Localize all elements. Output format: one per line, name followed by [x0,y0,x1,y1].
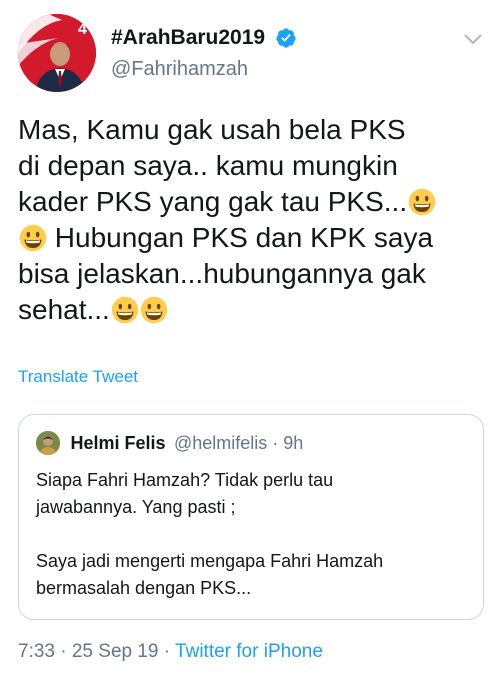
tweet-line: bisa jelaskan...hubungannya gak [18,256,488,292]
tweet-timestamp[interactable]: 7:33 · 25 Sep 19 · [18,641,175,662]
tweet-line-text: sehat... [18,294,110,325]
author-names: #ArahBaru2019 @Fahrihamzah [111,26,297,81]
author-display-name[interactable]: #ArahBaru2019 [111,26,265,50]
tweet-line-text: Hubungan PKS dan KPK saya [47,222,434,253]
tweet-text: Mas, Kamu gak usah bela PKS di depan say… [18,112,488,328]
tweet-header: 4 #ArahBaru2019 @Fahrihamzah [18,14,488,94]
verified-badge-icon [275,27,297,49]
author-avatar[interactable]: 4 [18,14,96,92]
quoted-line: bermasalah dengan PKS... [36,578,252,598]
author-handle[interactable]: @Fahrihamzah [111,58,297,81]
tweet-line: Mas, Kamu gak usah bela PKS [18,112,488,148]
translate-tweet-link[interactable]: Translate Tweet [18,367,138,387]
tweet-line-text: bisa jelaskan...hubungannya gak [18,258,426,289]
tweet-source-link[interactable]: Twitter for iPhone [175,641,323,662]
quoted-tweet-header: Helmi Felis @helmifelis · 9h [36,431,303,455]
quoted-line [36,521,466,548]
chevron-down-icon[interactable] [464,32,482,45]
grinning-face-emoji-icon [111,296,139,324]
grinning-face-emoji-icon [140,296,168,324]
quoted-line: jawabannya. Yang pasti ; [36,497,236,517]
tweet-line-text: Mas, Kamu gak usah bela PKS [18,114,406,145]
quoted-tweet-text: Siapa Fahri Hamzah? Tidak perlu tau jawa… [36,467,466,602]
grinning-face-emoji-icon [19,224,47,252]
quoted-author-name: Helmi Felis [70,432,166,453]
quoted-line: Siapa Fahri Hamzah? Tidak perlu tau [36,470,334,490]
grinning-face-emoji-icon [408,188,436,216]
quoted-line: Saya jadi mengerti mengapa Fahri Hamzah [36,551,384,571]
tweet-line-text: kader PKS yang gak tau PKS... [18,186,408,217]
tweet-line-text: di depan saya.. kamu mungkin [18,150,398,181]
quoted-author-handle-time: @helmifelis · 9h [173,432,304,453]
quoted-tweet[interactable]: Helmi Felis @helmifelis · 9h Siapa Fahri… [18,414,484,620]
tweet-line: sehat... [18,292,488,328]
tweet-line: Hubungan PKS dan KPK saya [18,220,488,256]
svg-text:4: 4 [78,21,87,38]
quoted-author-avatar [36,431,60,455]
tweet-meta: 7:33 · 25 Sep 19 · Twitter for iPhone [18,641,323,663]
tweet-line: kader PKS yang gak tau PKS... [18,184,488,220]
tweet-line: di depan saya.. kamu mungkin [18,148,488,184]
